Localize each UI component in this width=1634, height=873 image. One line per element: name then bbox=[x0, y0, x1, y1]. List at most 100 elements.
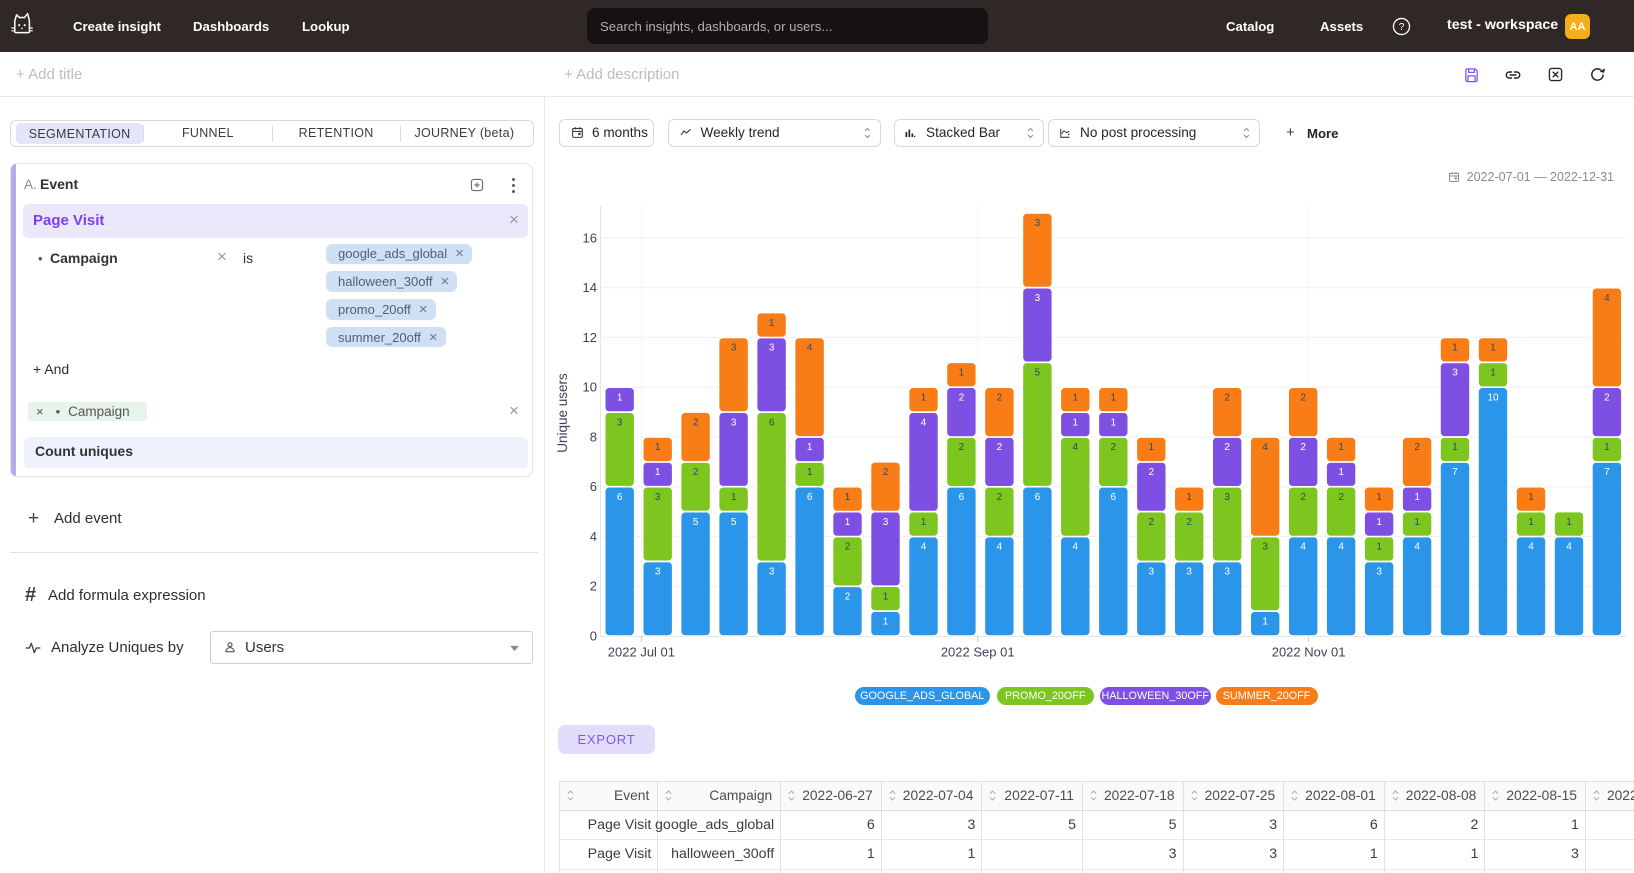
svg-text:2022 Jul 01: 2022 Jul 01 bbox=[608, 645, 675, 660]
svg-text:3: 3 bbox=[883, 517, 889, 528]
svg-text:1: 1 bbox=[845, 492, 851, 503]
svg-text:4: 4 bbox=[921, 417, 927, 428]
svg-text:1: 1 bbox=[1566, 517, 1572, 528]
svg-text:6: 6 bbox=[1111, 492, 1117, 503]
svg-text:1: 1 bbox=[921, 392, 927, 403]
svg-text:5: 5 bbox=[693, 517, 699, 528]
svg-text:1: 1 bbox=[731, 492, 737, 503]
svg-text:2: 2 bbox=[1224, 392, 1230, 403]
svg-text:1: 1 bbox=[1338, 442, 1344, 453]
svg-text:1: 1 bbox=[1490, 368, 1496, 379]
svg-text:7: 7 bbox=[1452, 467, 1458, 478]
svg-text:1: 1 bbox=[883, 616, 889, 627]
svg-text:4: 4 bbox=[1566, 542, 1572, 553]
svg-text:1: 1 bbox=[1376, 542, 1382, 553]
svg-text:2: 2 bbox=[959, 442, 965, 453]
svg-text:1: 1 bbox=[921, 517, 927, 528]
svg-text:3: 3 bbox=[731, 417, 737, 428]
svg-text:Unique users: Unique users bbox=[555, 373, 570, 453]
svg-text:2: 2 bbox=[997, 392, 1003, 403]
svg-text:3: 3 bbox=[1452, 368, 1458, 379]
svg-text:1: 1 bbox=[1414, 492, 1420, 503]
svg-text:1: 1 bbox=[845, 517, 851, 528]
svg-text:1: 1 bbox=[807, 467, 813, 478]
svg-text:2022 Sep 01: 2022 Sep 01 bbox=[941, 645, 1015, 660]
svg-text:4: 4 bbox=[1604, 293, 1610, 304]
svg-text:1: 1 bbox=[1149, 442, 1155, 453]
svg-text:1: 1 bbox=[807, 442, 813, 453]
svg-text:2: 2 bbox=[1149, 467, 1155, 478]
svg-text:3: 3 bbox=[617, 417, 623, 428]
svg-text:1: 1 bbox=[1376, 492, 1382, 503]
svg-text:3: 3 bbox=[1224, 567, 1230, 578]
svg-text:16: 16 bbox=[583, 230, 597, 245]
svg-text:3: 3 bbox=[655, 567, 661, 578]
svg-text:0: 0 bbox=[590, 629, 597, 644]
svg-text:7: 7 bbox=[1604, 467, 1610, 478]
svg-text:2: 2 bbox=[1338, 492, 1344, 503]
svg-text:1: 1 bbox=[1338, 467, 1344, 478]
svg-text:1: 1 bbox=[617, 392, 623, 403]
svg-text:4: 4 bbox=[807, 343, 813, 354]
svg-text:1: 1 bbox=[1528, 517, 1534, 528]
svg-text:2: 2 bbox=[845, 591, 851, 602]
svg-text:2: 2 bbox=[1414, 442, 1420, 453]
svg-text:10: 10 bbox=[583, 380, 597, 395]
svg-text:3: 3 bbox=[1262, 542, 1268, 553]
svg-text:2: 2 bbox=[693, 467, 699, 478]
svg-text:4: 4 bbox=[1073, 542, 1079, 553]
svg-text:3: 3 bbox=[1186, 567, 1192, 578]
svg-text:1: 1 bbox=[1073, 392, 1079, 403]
svg-text:3: 3 bbox=[1149, 567, 1155, 578]
svg-text:4: 4 bbox=[1073, 442, 1079, 453]
svg-text:8: 8 bbox=[590, 430, 597, 445]
svg-text:1: 1 bbox=[959, 368, 965, 379]
svg-text:4: 4 bbox=[997, 542, 1003, 553]
svg-text:1: 1 bbox=[1528, 492, 1534, 503]
svg-text:6: 6 bbox=[617, 492, 623, 503]
svg-text:4: 4 bbox=[1338, 542, 1344, 553]
svg-text:1: 1 bbox=[1376, 517, 1382, 528]
svg-text:1: 1 bbox=[655, 467, 661, 478]
svg-text:3: 3 bbox=[655, 492, 661, 503]
svg-text:2022 Nov 01: 2022 Nov 01 bbox=[1272, 645, 1346, 660]
svg-text:6: 6 bbox=[769, 417, 775, 428]
svg-text:2: 2 bbox=[959, 392, 965, 403]
svg-text:2: 2 bbox=[1300, 492, 1306, 503]
svg-text:2: 2 bbox=[693, 417, 699, 428]
svg-text:2: 2 bbox=[845, 542, 851, 553]
svg-text:14: 14 bbox=[583, 280, 597, 295]
svg-text:?: ? bbox=[1399, 22, 1405, 33]
svg-text:1: 1 bbox=[1414, 517, 1420, 528]
svg-text:2: 2 bbox=[1300, 392, 1306, 403]
svg-text:3: 3 bbox=[1376, 567, 1382, 578]
svg-text:1: 1 bbox=[883, 591, 889, 602]
svg-text:3: 3 bbox=[769, 567, 775, 578]
svg-text:1: 1 bbox=[655, 442, 661, 453]
svg-text:2: 2 bbox=[1300, 442, 1306, 453]
svg-text:2: 2 bbox=[997, 492, 1003, 503]
svg-text:2: 2 bbox=[1604, 392, 1610, 403]
svg-text:1: 1 bbox=[1186, 492, 1192, 503]
svg-text:4: 4 bbox=[1300, 542, 1306, 553]
svg-text:2: 2 bbox=[590, 579, 597, 594]
svg-text:6: 6 bbox=[959, 492, 965, 503]
svg-text:6: 6 bbox=[590, 479, 597, 494]
svg-text:4: 4 bbox=[921, 542, 927, 553]
svg-text:4: 4 bbox=[1262, 442, 1268, 453]
svg-text:5: 5 bbox=[1035, 368, 1041, 379]
svg-text:1: 1 bbox=[1073, 417, 1079, 428]
svg-text:1: 1 bbox=[769, 318, 775, 329]
svg-text:3: 3 bbox=[1035, 218, 1041, 229]
svg-text:3: 3 bbox=[1224, 492, 1230, 503]
svg-text:1: 1 bbox=[1111, 392, 1117, 403]
svg-text:5: 5 bbox=[731, 517, 737, 528]
svg-text:2: 2 bbox=[883, 467, 889, 478]
svg-text:1: 1 bbox=[1111, 417, 1117, 428]
svg-text:6: 6 bbox=[807, 492, 813, 503]
svg-text:3: 3 bbox=[769, 343, 775, 354]
svg-text:6: 6 bbox=[1035, 492, 1041, 503]
svg-text:1: 1 bbox=[1452, 442, 1458, 453]
svg-text:2: 2 bbox=[1224, 442, 1230, 453]
svg-text:2: 2 bbox=[997, 442, 1003, 453]
